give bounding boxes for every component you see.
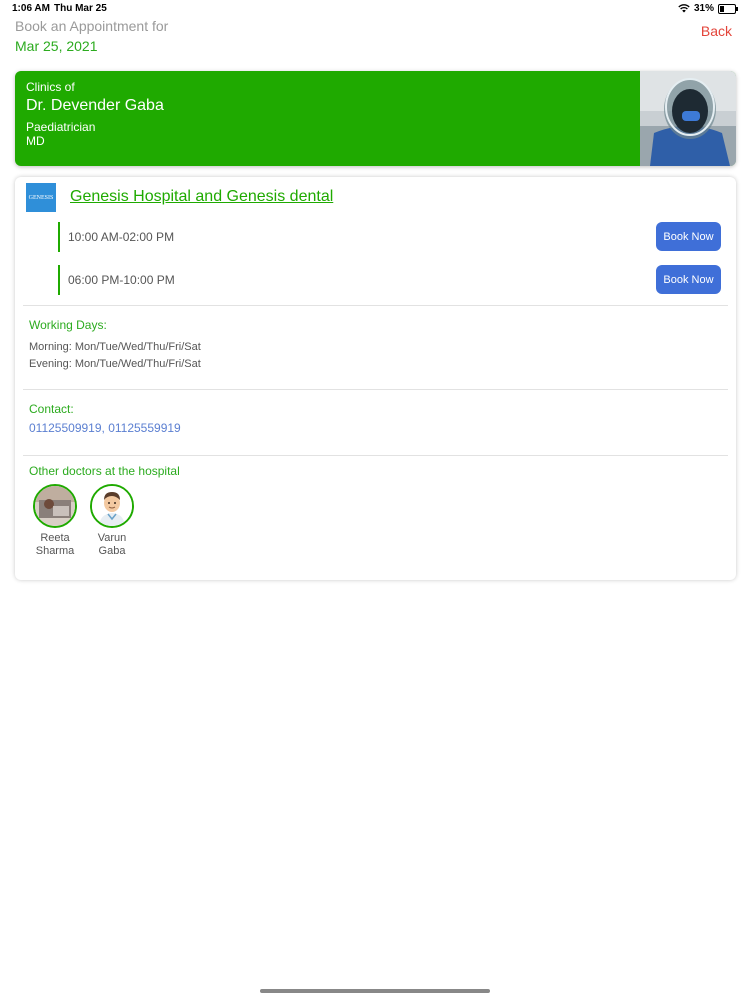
clinic-logo-text: GENESIS [28, 194, 54, 201]
contact-title: Contact: [29, 402, 74, 416]
other-doctor-name: Reeta Sharma [25, 532, 85, 558]
doctor-card: Clinics of Dr. Devender Gaba Paediatrici… [15, 71, 736, 166]
clinics-of-label: Clinics of [26, 80, 75, 94]
divider [23, 305, 728, 306]
avatar[interactable] [90, 484, 134, 528]
slot-accent-bar [58, 265, 60, 295]
slot-time: 06:00 PM-10:00 PM [68, 273, 175, 287]
other-doctor-first-name: Varun [97, 532, 127, 544]
book-now-button[interactable]: Book Now [656, 222, 721, 251]
slot-accent-bar [58, 222, 60, 252]
other-doctor-item[interactable]: Varun Gaba [82, 484, 142, 558]
back-button[interactable]: Back [701, 23, 732, 39]
book-now-button[interactable]: Book Now [656, 265, 721, 294]
status-time: 1:06 AM [12, 3, 50, 14]
appointment-date[interactable]: Mar 25, 2021 [15, 38, 98, 54]
clinic-card: GENESIS Genesis Hospital and Genesis den… [15, 177, 736, 580]
clinic-logo: GENESIS [26, 183, 56, 212]
divider [23, 455, 728, 456]
home-indicator[interactable] [260, 989, 490, 993]
page-title: Book an Appointment for [15, 18, 169, 34]
contact-numbers[interactable]: 01125509919, 01125559919 [29, 421, 181, 435]
avatar[interactable] [33, 484, 77, 528]
time-slot: 06:00 PM-10:00 PM Book Now [58, 265, 721, 295]
time-slot: 10:00 AM-02:00 PM Book Now [58, 222, 721, 252]
battery-icon [718, 3, 738, 14]
doctor-emoji-icon [92, 486, 132, 526]
doctor-photo [640, 71, 736, 166]
other-doctor-last-name: Gaba [98, 545, 126, 557]
slot-time: 10:00 AM-02:00 PM [68, 230, 175, 244]
other-doctor-item[interactable]: Reeta Sharma [25, 484, 85, 558]
battery-percent: 31% [693, 3, 714, 14]
other-doctor-last-name: Sharma [35, 545, 75, 557]
other-doctors-title: Other doctors at the hospital [29, 464, 180, 478]
morning-days: Morning: Mon/Tue/Wed/Thu/Fri/Sat [29, 341, 201, 353]
wifi-icon [678, 4, 690, 13]
evening-days: Evening: Mon/Tue/Wed/Thu/Fri/Sat [29, 358, 201, 370]
status-bar: 1:06 AM Thu Mar 25 31% [0, 0, 750, 18]
clinic-name-link[interactable]: Genesis Hospital and Genesis dental [70, 188, 333, 206]
other-doctor-first-name: Reeta [40, 532, 70, 544]
status-indicators: 31% [678, 3, 738, 14]
working-days-title: Working Days: [29, 318, 107, 332]
other-doctor-name: Varun Gaba [82, 532, 142, 558]
doctor-degree: MD [26, 134, 45, 148]
divider [23, 389, 728, 390]
doctor-name: Dr. Devender Gaba [26, 97, 164, 114]
status-date: Thu Mar 25 [54, 3, 107, 14]
doctor-photo-avatar [35, 486, 75, 526]
doctor-specialty: Paediatrician [26, 120, 96, 134]
